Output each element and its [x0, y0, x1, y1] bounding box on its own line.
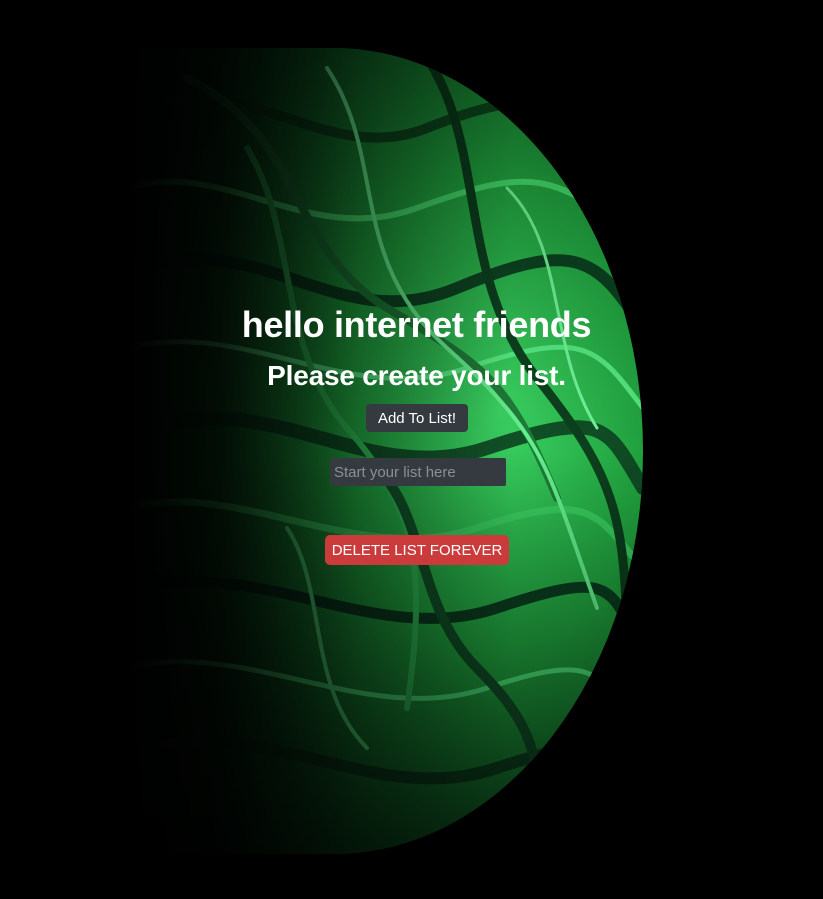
app-stage: hello internet friends Please create you…	[0, 0, 823, 899]
page-subtitle: Please create your list.	[267, 360, 566, 391]
green-planet-background	[127, 48, 643, 854]
add-to-list-button[interactable]: Add To List!	[366, 404, 468, 432]
list-item-input[interactable]	[330, 458, 506, 486]
delete-list-button[interactable]: DELETE LIST FOREVER	[325, 535, 509, 565]
page-title: hello internet friends	[241, 304, 592, 345]
